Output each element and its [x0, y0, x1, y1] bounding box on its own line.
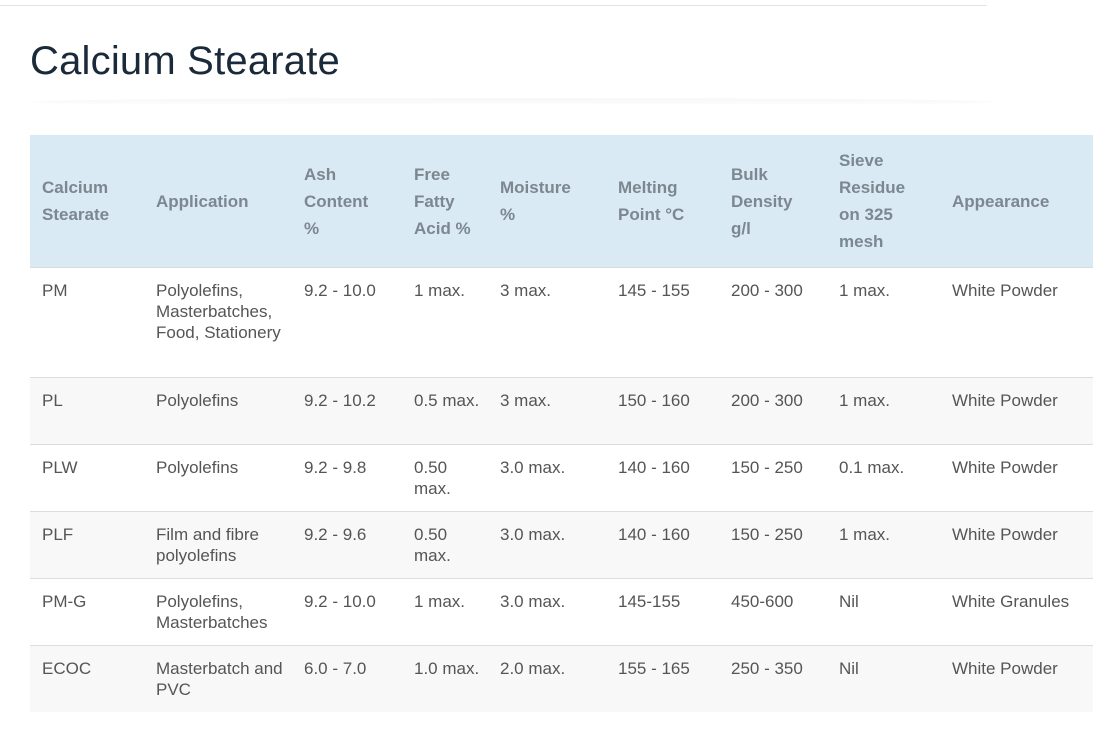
- cell-free-fatty-acid: 0.5 max.: [402, 377, 488, 445]
- cell-application: Masterbatch and PVC: [144, 645, 292, 712]
- cell-appearance: White Powder: [940, 511, 1093, 579]
- cell-grade: PL: [30, 377, 144, 445]
- cell-ash-content: 9.2 - 9.6: [292, 511, 402, 579]
- page-title: Calcium Stearate: [30, 39, 340, 83]
- cell-free-fatty-acid: 1 max.: [402, 267, 488, 378]
- cell-bulk-density: 200 - 300: [719, 267, 827, 378]
- cell-free-fatty-acid: 0.50 max.: [402, 511, 488, 579]
- col-header-sieve-residue: Sieve Residue on 325 mesh: [839, 151, 906, 251]
- cell-melting-point: 155 - 165: [606, 645, 719, 712]
- cell-sieve-residue: Nil: [827, 645, 940, 712]
- cell-application: Polyolefins, Masterbatches: [144, 578, 292, 646]
- cell-grade: PM-G: [30, 578, 144, 646]
- cell-melting-point: 140 - 160: [606, 511, 719, 579]
- table-row: PL Polyolefins 9.2 - 10.2 0.5 max. 3 max…: [30, 377, 1093, 445]
- cell-sieve-residue: 1 max.: [827, 511, 940, 579]
- cell-appearance: White Powder: [940, 377, 1093, 445]
- cell-bulk-density: 450-600: [719, 578, 827, 646]
- cell-grade: ECOC: [30, 645, 144, 712]
- product-spec-table: Calcium Stearate Application Ash Content…: [30, 135, 1093, 712]
- col-header-appearance: Appearance: [952, 191, 1050, 211]
- cell-grade: PLF: [30, 511, 144, 579]
- cell-appearance: White Powder: [940, 267, 1093, 378]
- cell-sieve-residue: Nil: [827, 578, 940, 646]
- cell-sieve-residue: 0.1 max.: [827, 444, 940, 512]
- cell-grade: PLW: [30, 444, 144, 512]
- cell-bulk-density: 200 - 300: [719, 377, 827, 445]
- col-header-application: Application: [156, 191, 249, 211]
- cell-moisture: 3 max.: [488, 377, 606, 445]
- cell-sieve-residue: 1 max.: [827, 377, 940, 445]
- cell-bulk-density: 150 - 250: [719, 444, 827, 512]
- cell-free-fatty-acid: 1.0 max.: [402, 645, 488, 712]
- top-divider: [0, 5, 987, 6]
- cell-ash-content: 6.0 - 7.0: [292, 645, 402, 712]
- cell-moisture: 3 max.: [488, 267, 606, 378]
- cell-application: Polyolefins, Masterbatches, Food, Statio…: [144, 267, 292, 378]
- col-header-ash-content: Ash Content %: [304, 164, 369, 238]
- cell-sieve-residue: 1 max.: [827, 267, 940, 378]
- cell-ash-content: 9.2 - 10.2: [292, 377, 402, 445]
- cell-melting-point: 145 - 155: [606, 267, 719, 378]
- cell-ash-content: 9.2 - 10.0: [292, 267, 402, 378]
- cell-application: Film and fibre polyolefins: [144, 511, 292, 579]
- table-row: PLW Polyolefins 9.2 - 9.8 0.50 max. 3.0 …: [30, 444, 1093, 512]
- table-row: ECOC Masterbatch and PVC 6.0 - 7.0 1.0 m…: [30, 645, 1093, 712]
- cell-free-fatty-acid: 1 max.: [402, 578, 488, 646]
- table-row: PM-G Polyolefins, Masterbatches 9.2 - 10…: [30, 578, 1093, 646]
- cell-melting-point: 145-155: [606, 578, 719, 646]
- col-header-grade: Calcium Stearate: [42, 178, 110, 224]
- cell-appearance: White Powder: [940, 444, 1093, 512]
- table-header-row: Calcium Stearate Application Ash Content…: [30, 135, 1093, 268]
- cell-moisture: 3.0 max.: [488, 578, 606, 646]
- col-header-free-fatty-acid: Free Fatty Acid %: [414, 164, 471, 238]
- cell-appearance: White Granules: [940, 578, 1093, 646]
- col-header-melting-point: Melting Point °C: [618, 178, 685, 224]
- cell-melting-point: 150 - 160: [606, 377, 719, 445]
- cell-bulk-density: 250 - 350: [719, 645, 827, 712]
- table-row: PM Polyolefins, Masterbatches, Food, Sta…: [30, 267, 1093, 378]
- cell-ash-content: 9.2 - 9.8: [292, 444, 402, 512]
- title-underline-shadow: [30, 98, 995, 106]
- cell-moisture: 2.0 max.: [488, 645, 606, 712]
- cell-moisture: 3.0 max.: [488, 511, 606, 579]
- col-header-bulk-density: Bulk Density g/l: [731, 164, 793, 238]
- cell-ash-content: 9.2 - 10.0: [292, 578, 402, 646]
- table-row: PLF Film and fibre polyolefins 9.2 - 9.6…: [30, 511, 1093, 579]
- cell-application: Polyolefins: [144, 377, 292, 445]
- col-header-moisture: Moisture %: [500, 178, 571, 224]
- cell-appearance: White Powder: [940, 645, 1093, 712]
- cell-melting-point: 140 - 160: [606, 444, 719, 512]
- cell-application: Polyolefins: [144, 444, 292, 512]
- cell-bulk-density: 150 - 250: [719, 511, 827, 579]
- cell-grade: PM: [30, 267, 144, 378]
- cell-moisture: 3.0 max.: [488, 444, 606, 512]
- cell-free-fatty-acid: 0.50 max.: [402, 444, 488, 512]
